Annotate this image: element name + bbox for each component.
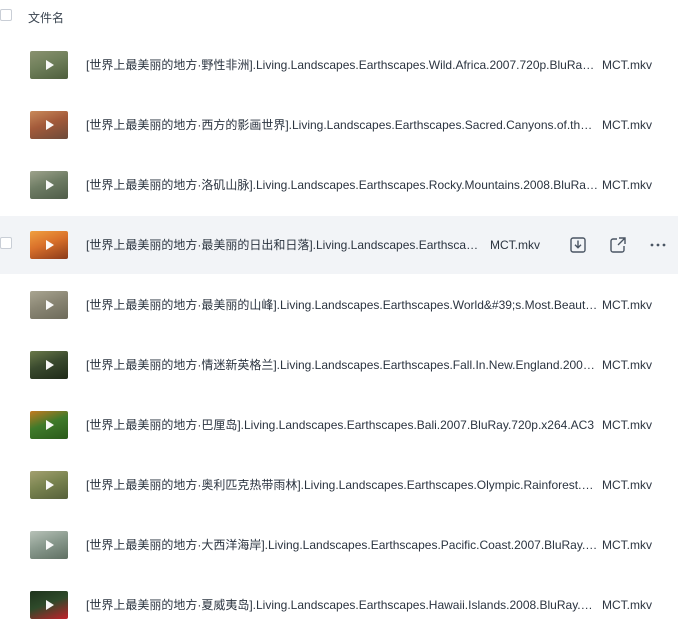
video-thumbnail[interactable] (30, 111, 68, 139)
video-thumbnail[interactable] (30, 291, 68, 319)
file-name[interactable]: [世界上最美丽的地方·西方的影画世界].Living.Landscapes.Ea… (86, 117, 598, 133)
file-row[interactable]: [世界上最美丽的地方·大西洋海岸].Living.Landscapes.Eart… (0, 516, 678, 574)
play-icon (46, 420, 54, 430)
file-name[interactable]: [世界上最美丽的地方·夏威夷岛].Living.Landscapes.Earth… (86, 597, 598, 613)
video-thumbnail[interactable] (30, 471, 68, 499)
file-name[interactable]: [世界上最美丽的地方·野性非洲].Living.Landscapes.Earth… (86, 57, 598, 73)
video-thumbnail[interactable] (30, 231, 68, 259)
file-extension: MCT.mkv (490, 238, 540, 252)
video-thumbnail[interactable] (30, 351, 68, 379)
file-name[interactable]: [世界上最美丽的地方·大西洋海岸].Living.Landscapes.Eart… (86, 537, 598, 553)
more-icon[interactable] (648, 235, 668, 255)
row-checkbox[interactable] (0, 237, 12, 249)
file-row[interactable]: [世界上最美丽的地方·野性非洲].Living.Landscapes.Earth… (0, 36, 678, 94)
play-icon (46, 180, 54, 190)
file-name[interactable]: [世界上最美丽的地方·最美丽的山峰].Living.Landscapes.Ear… (86, 297, 598, 313)
file-row[interactable]: [世界上最美丽的地方·巴厘岛].Living.Landscapes.Earths… (0, 396, 678, 454)
video-thumbnail[interactable] (30, 411, 68, 439)
play-icon (46, 600, 54, 610)
play-icon (46, 120, 54, 130)
column-header-filename[interactable]: 文件名 (28, 9, 64, 26)
play-icon (46, 480, 54, 490)
file-extension: MCT.mkv (602, 418, 652, 432)
download-icon[interactable] (568, 235, 588, 255)
play-icon (46, 240, 54, 250)
file-extension: MCT.mkv (602, 118, 652, 132)
play-icon (46, 360, 54, 370)
video-thumbnail[interactable] (30, 51, 68, 79)
file-row[interactable]: [世界上最美丽的地方·情迷新英格兰].Living.Landscapes.Ear… (0, 336, 678, 394)
video-thumbnail[interactable] (30, 531, 68, 559)
file-name[interactable]: [世界上最美丽的地方·最美丽的日出和日落].Living.Landscapes.… (86, 237, 484, 253)
file-extension: MCT.mkv (602, 538, 652, 552)
file-extension: MCT.mkv (602, 358, 652, 372)
file-row[interactable]: [世界上最美丽的地方·最美丽的山峰].Living.Landscapes.Ear… (0, 276, 678, 334)
file-name[interactable]: [世界上最美丽的地方·洛矶山脉].Living.Landscapes.Earth… (86, 177, 598, 193)
file-extension: MCT.mkv (602, 58, 652, 72)
video-thumbnail[interactable] (30, 171, 68, 199)
file-name[interactable]: [世界上最美丽的地方·奥利匹克热带雨林].Living.Landscapes.E… (86, 477, 598, 493)
file-extension: MCT.mkv (602, 298, 652, 312)
file-extension: MCT.mkv (602, 178, 652, 192)
file-row[interactable]: [世界上最美丽的地方·最美丽的日出和日落].Living.Landscapes.… (0, 216, 678, 274)
play-icon (46, 540, 54, 550)
file-row[interactable]: [世界上最美丽的地方·洛矶山脉].Living.Landscapes.Earth… (0, 156, 678, 214)
share-icon[interactable] (608, 235, 628, 255)
select-all-checkbox[interactable] (0, 9, 12, 21)
file-row[interactable]: [世界上最美丽的地方·西方的影画世界].Living.Landscapes.Ea… (0, 96, 678, 154)
file-row[interactable]: [世界上最美丽的地方·奥利匹克热带雨林].Living.Landscapes.E… (0, 456, 678, 514)
video-thumbnail[interactable] (30, 591, 68, 619)
play-icon (46, 60, 54, 70)
play-icon (46, 300, 54, 310)
file-name[interactable]: [世界上最美丽的地方·巴厘岛].Living.Landscapes.Earths… (86, 417, 598, 433)
file-list-header: 文件名 (0, 0, 678, 36)
file-name[interactable]: [世界上最美丽的地方·情迷新英格兰].Living.Landscapes.Ear… (86, 357, 598, 373)
file-row[interactable]: [世界上最美丽的地方·夏威夷岛].Living.Landscapes.Earth… (0, 576, 678, 634)
file-extension: MCT.mkv (602, 598, 652, 612)
file-extension: MCT.mkv (602, 478, 652, 492)
